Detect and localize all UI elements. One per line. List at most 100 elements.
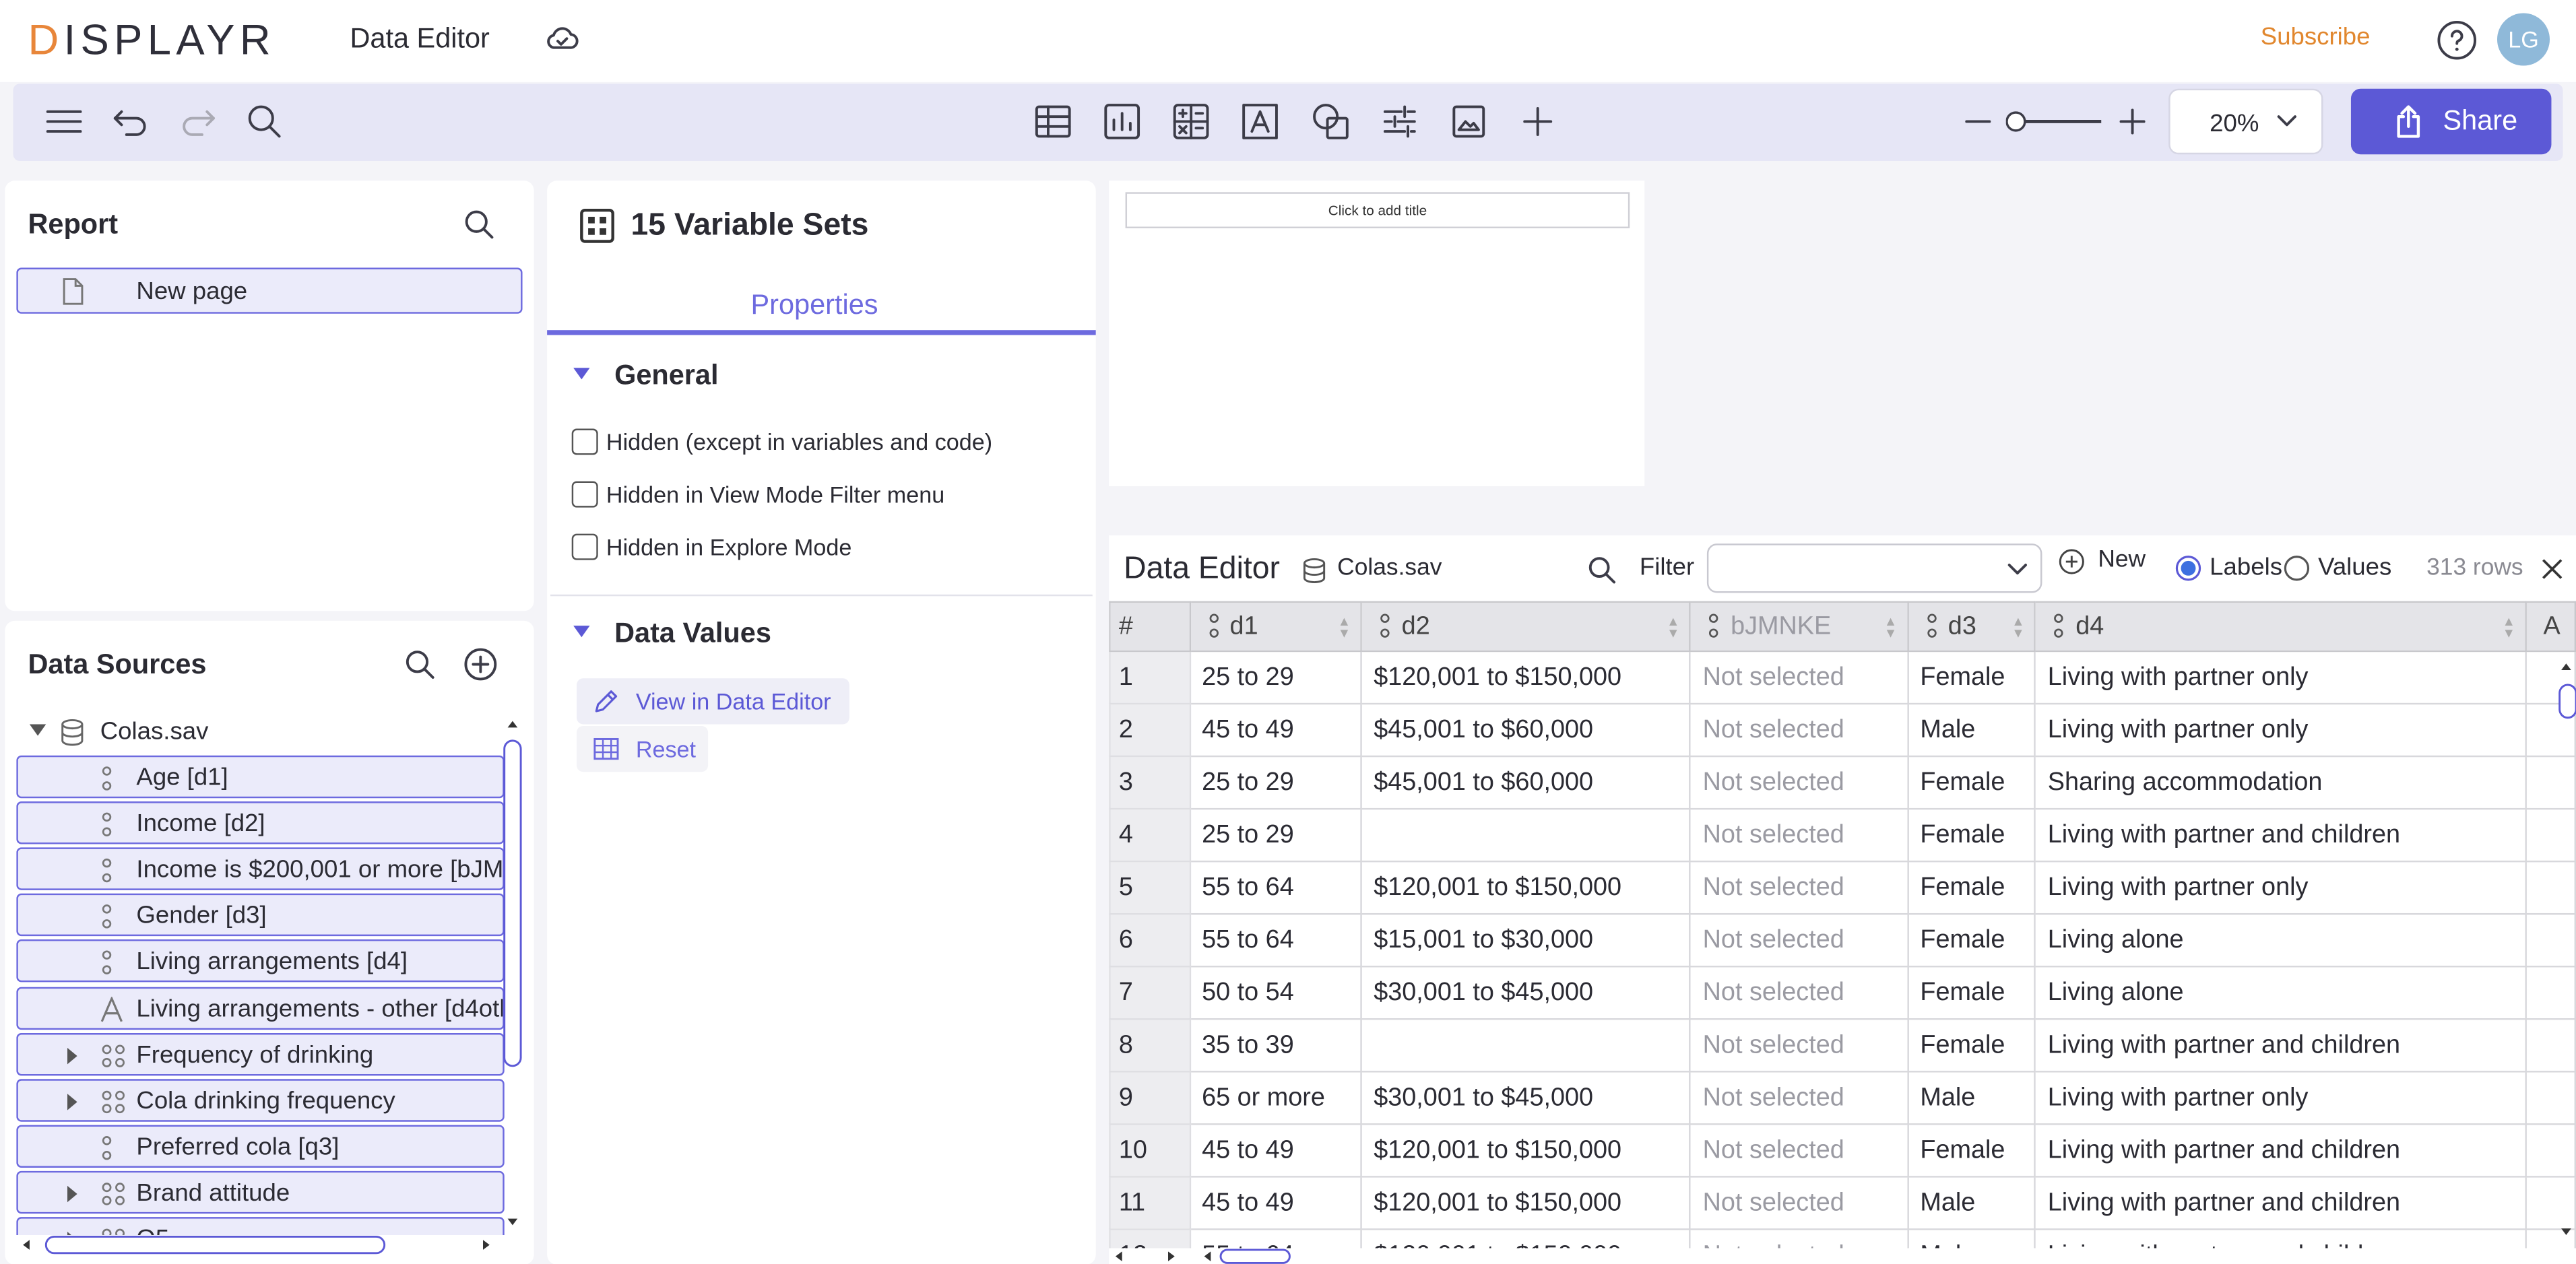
table-cell[interactable] (1360, 1018, 1692, 1073)
data-source-item[interactable]: Preferred cola [q3] (16, 1125, 505, 1168)
table-cell[interactable]: Living with partner and children (2034, 1228, 2527, 1249)
table-cell[interactable]: Living with partner only (2034, 702, 2527, 758)
hidden-explore-checkbox[interactable] (571, 533, 598, 560)
table-cell[interactable]: 55 to 64 (1188, 912, 1363, 968)
table-cell[interactable]: $45,001 to $60,000 (1360, 755, 1692, 810)
column-header[interactable]: d4 ▲ ▼ (2034, 601, 2527, 653)
table-cell[interactable]: 50 to 54 (1188, 966, 1363, 1020)
general-collapse-icon[interactable] (573, 368, 590, 380)
add-icon[interactable] (1516, 100, 1559, 143)
table-cell[interactable]: $15,001 to $30,000 (1360, 912, 1692, 968)
share-button[interactable]: Share (2350, 88, 2552, 155)
values-radio[interactable] (2284, 555, 2310, 581)
table-cell[interactable]: Living with partner and children (2034, 807, 2527, 863)
grid-horizontal-scrollbar[interactable] (1112, 1246, 1310, 1264)
table-cell[interactable]: Not selected (1689, 860, 1909, 915)
zoom-select[interactable]: 20% (2168, 88, 2323, 155)
data-source-item[interactable]: Frequency of drinking (16, 1032, 505, 1075)
table-cell[interactable]: Not selected (1689, 702, 1909, 758)
tab-properties[interactable]: Properties (751, 289, 878, 322)
data-source-item[interactable]: Age [d1] (16, 755, 505, 799)
table-cell[interactable]: $120,001 to $150,000 (1360, 1228, 1692, 1249)
table-cell[interactable]: $30,001 to $45,000 (1360, 966, 1692, 1020)
table-cell[interactable]: Living alone (2034, 912, 2527, 968)
data-source-item[interactable]: Brand attitude (16, 1170, 505, 1214)
controls-icon[interactable] (1378, 100, 1421, 143)
shapes-icon[interactable] (1310, 100, 1352, 143)
table-cell[interactable]: Male (1906, 702, 2036, 758)
report-search-icon[interactable] (463, 209, 496, 242)
data-sources-search-icon[interactable] (404, 648, 437, 681)
expand-icon[interactable] (67, 1185, 77, 1202)
data-source-item[interactable]: Income [d2] (16, 801, 505, 844)
data-source-item[interactable]: Living arrangements - other [d4other] (16, 986, 505, 1029)
table-cell[interactable]: 65 or more (1188, 1071, 1363, 1125)
add-data-source-icon[interactable] (463, 647, 498, 681)
table-cell[interactable]: 55 to 64 (1188, 860, 1363, 915)
table-cell[interactable]: Living with partner and children (2034, 1176, 2527, 1230)
table-cell[interactable]: Female (1906, 912, 2036, 968)
values-option[interactable]: Values (2318, 554, 2391, 581)
table-cell[interactable]: Not selected (1689, 1176, 1909, 1230)
table-cell[interactable]: Male (1906, 1228, 2036, 1249)
hidden-view-mode-checkbox[interactable] (571, 481, 598, 508)
column-header[interactable]: bJMNKE ▲ ▼ (1689, 601, 1909, 653)
table-cell[interactable]: Male (1906, 1176, 2036, 1230)
page-item[interactable]: New page (16, 267, 523, 314)
calculation-icon[interactable] (1169, 100, 1212, 143)
data-values-section-title[interactable]: Data Values (614, 618, 771, 651)
table-cell[interactable]: $120,001 to $150,000 (1360, 1176, 1692, 1230)
hidden-checkbox[interactable] (571, 428, 598, 455)
table-cell[interactable]: Living with partner and children (2034, 1123, 2527, 1178)
displayr-logo[interactable]: DISPLAYR (28, 15, 275, 66)
table-cell[interactable]: Not selected (1689, 966, 1909, 1020)
table-cell[interactable]: Not selected (1689, 807, 1909, 863)
table-cell[interactable]: Not selected (1689, 912, 1909, 968)
undo-icon[interactable] (110, 100, 152, 143)
menu-icon[interactable] (42, 100, 85, 143)
table-cell[interactable]: Not selected (1689, 1228, 1909, 1249)
sort-icon[interactable]: ▲ ▼ (1338, 615, 1351, 640)
data-values-collapse-icon[interactable] (573, 626, 590, 638)
table-cell[interactable]: 35 to 39 (1188, 1018, 1363, 1073)
data-file-name[interactable]: Colas.sav (100, 718, 209, 745)
table-cell[interactable]: Living with partner and children (2034, 1018, 2527, 1073)
table-cell[interactable]: 45 to 49 (1188, 1176, 1363, 1230)
text-box-icon[interactable] (1239, 100, 1281, 143)
close-icon[interactable] (2540, 557, 2565, 582)
table-cell[interactable]: 45 to 49 (1188, 1123, 1363, 1178)
table-cell[interactable]: Not selected (1689, 1018, 1909, 1073)
column-header[interactable]: d1 ▲ ▼ (1188, 601, 1363, 653)
table-cell[interactable]: Female (1906, 860, 2036, 915)
general-section-title[interactable]: General (614, 360, 718, 393)
data-editor-search-icon[interactable] (1587, 555, 1617, 585)
table-cell[interactable]: Female (1906, 650, 2036, 705)
view-in-data-editor-button[interactable]: View in Data Editor (577, 678, 849, 725)
table-cell[interactable]: Living alone (2034, 966, 2527, 1020)
reset-button[interactable]: Reset (577, 725, 709, 772)
table-cell[interactable]: Female (1906, 755, 2036, 810)
table-cell[interactable]: Living with partner only (2034, 1071, 2527, 1125)
new-variable-icon[interactable] (2059, 549, 2085, 575)
table-cell[interactable] (1360, 807, 1692, 863)
column-header[interactable]: d2 ▲ ▼ (1360, 601, 1692, 653)
labels-option[interactable]: Labels (2210, 554, 2282, 581)
column-header[interactable]: d3 ▲ ▼ (1906, 601, 2036, 653)
data-source-item[interactable]: Living arrangements [d4] (16, 939, 505, 983)
table-icon[interactable] (1032, 100, 1074, 143)
table-cell[interactable]: $45,001 to $60,000 (1360, 702, 1692, 758)
new-button[interactable]: New (2098, 547, 2146, 573)
table-cell[interactable]: 45 to 49 (1188, 702, 1363, 758)
user-avatar[interactable]: LG (2497, 13, 2550, 66)
table-cell[interactable]: 55 to 64 (1188, 1228, 1363, 1249)
table-cell[interactable]: Female (1906, 1018, 2036, 1073)
filter-dropdown[interactable] (1706, 543, 2042, 593)
zoom-out-icon[interactable] (1957, 100, 1999, 143)
redo-icon[interactable] (176, 100, 218, 143)
zoom-slider[interactable] (2005, 105, 2104, 138)
table-cell[interactable]: $120,001 to $150,000 (1360, 650, 1692, 705)
expand-icon[interactable] (67, 1046, 77, 1064)
table-cell[interactable]: Male (1906, 1071, 2036, 1125)
zoom-in-icon[interactable] (2111, 100, 2154, 143)
data-source-item[interactable]: Cola drinking frequency (16, 1078, 505, 1121)
